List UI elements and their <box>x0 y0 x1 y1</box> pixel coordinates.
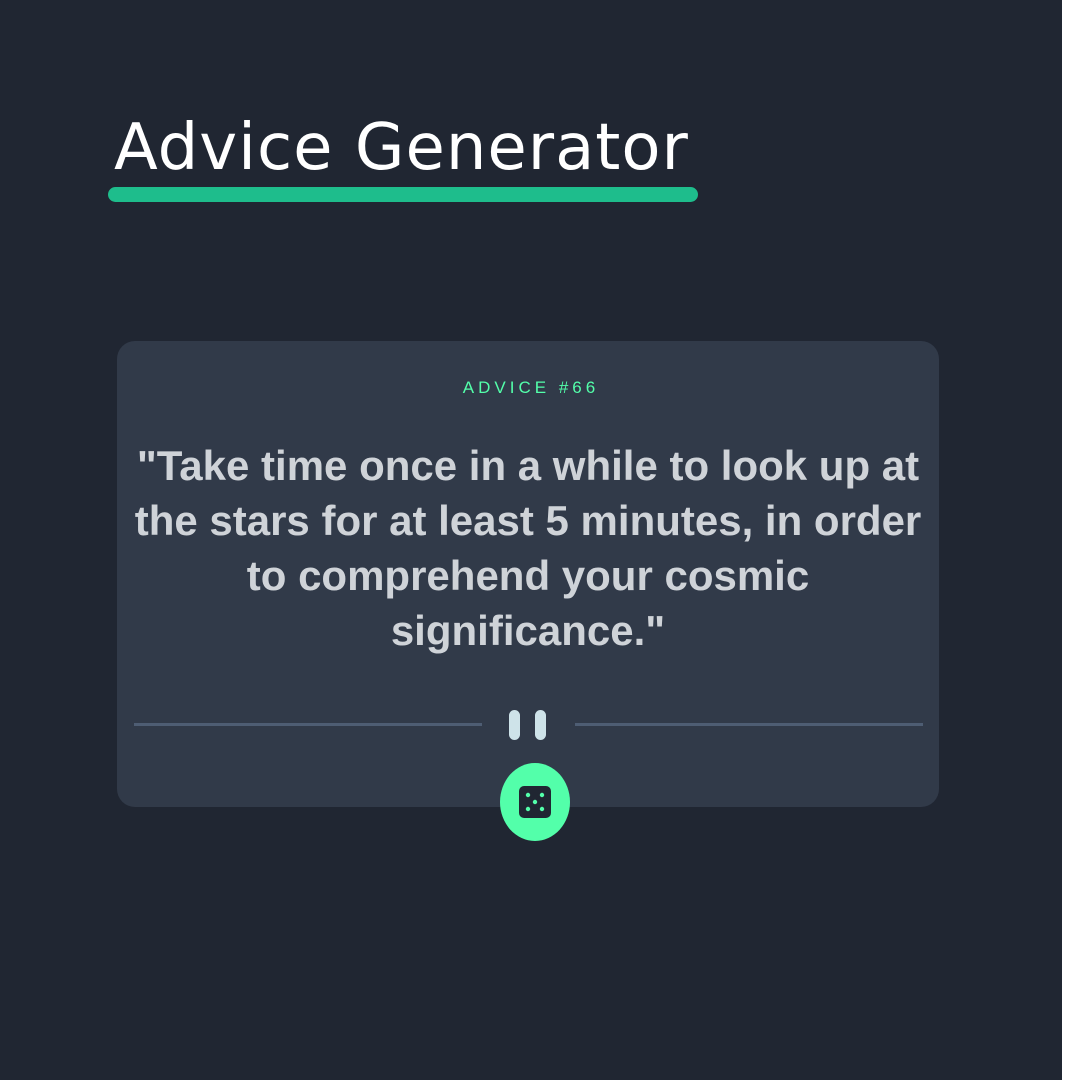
page-background: Advice Generator ADVICE #66 "Take time o… <box>0 0 1062 1080</box>
dice-icon <box>519 786 551 818</box>
advice-number-label: ADVICE #66 <box>462 378 600 397</box>
pause-bar-left <box>509 710 520 740</box>
divider-left <box>134 723 482 726</box>
generate-advice-button[interactable] <box>500 763 570 841</box>
divider-right <box>575 723 923 726</box>
advice-quote: "Take time once in a while to look up at… <box>134 442 922 654</box>
page-title: Advice Generator <box>114 111 689 185</box>
title-underline <box>108 187 698 202</box>
pause-icon <box>509 710 547 740</box>
pause-bar-right <box>535 710 546 740</box>
